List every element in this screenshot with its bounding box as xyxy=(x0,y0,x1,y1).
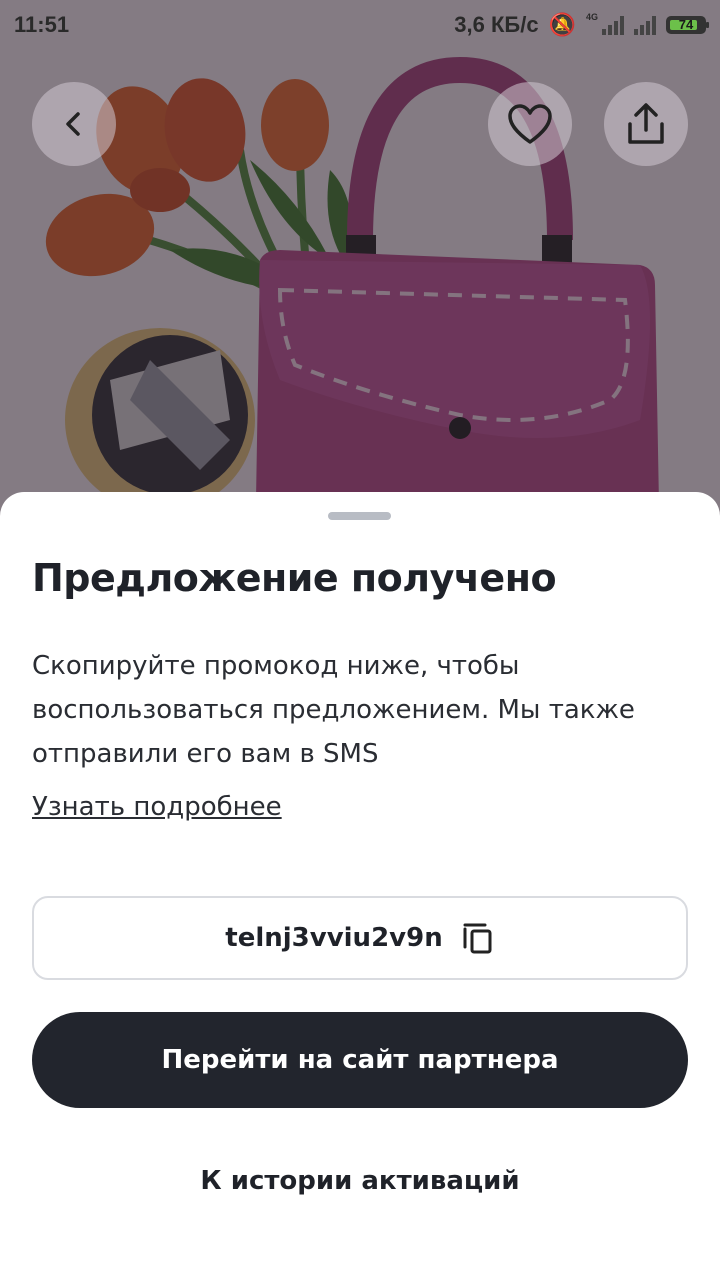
activation-history-link[interactable]: К истории активаций xyxy=(0,1166,720,1196)
drag-handle[interactable] xyxy=(328,512,391,520)
battery-percent: 74 xyxy=(678,17,694,32)
status-bar: 11:51 3,6 КБ/с 🔕 4G 74 xyxy=(0,0,720,50)
go-to-partner-button[interactable]: Перейти на сайт партнера xyxy=(32,1012,688,1108)
learn-more-link[interactable]: Узнать подробнее xyxy=(32,792,282,822)
offer-bottom-sheet: Предложение получено Скопируйте промокод… xyxy=(0,492,720,1280)
battery-icon: 74 xyxy=(666,16,709,34)
network-type: 4G xyxy=(585,12,598,22)
sheet-title: Предложение получено xyxy=(32,556,557,600)
signal-icon xyxy=(602,15,624,35)
promo-code: telnj3vviu2v9n xyxy=(225,923,443,953)
share-button[interactable] xyxy=(604,82,688,166)
network-speed: 3,6 КБ/с xyxy=(454,12,539,37)
mute-icon: 🔕 xyxy=(548,12,576,37)
signal-icon-secondary xyxy=(634,15,656,35)
sheet-description: Скопируйте промокод ниже, чтобы воспольз… xyxy=(32,651,635,769)
favorite-button[interactable] xyxy=(488,82,572,166)
share-icon xyxy=(628,103,664,144)
copy-icon[interactable] xyxy=(461,921,495,955)
heart-icon xyxy=(508,104,552,144)
promo-code-box[interactable]: telnj3vviu2v9n xyxy=(32,896,688,980)
status-indicators: 3,6 КБ/с 🔕 4G 74 xyxy=(454,12,709,38)
back-button[interactable] xyxy=(32,82,116,166)
clock: 11:51 xyxy=(14,12,70,37)
chevron-left-icon xyxy=(66,112,80,136)
